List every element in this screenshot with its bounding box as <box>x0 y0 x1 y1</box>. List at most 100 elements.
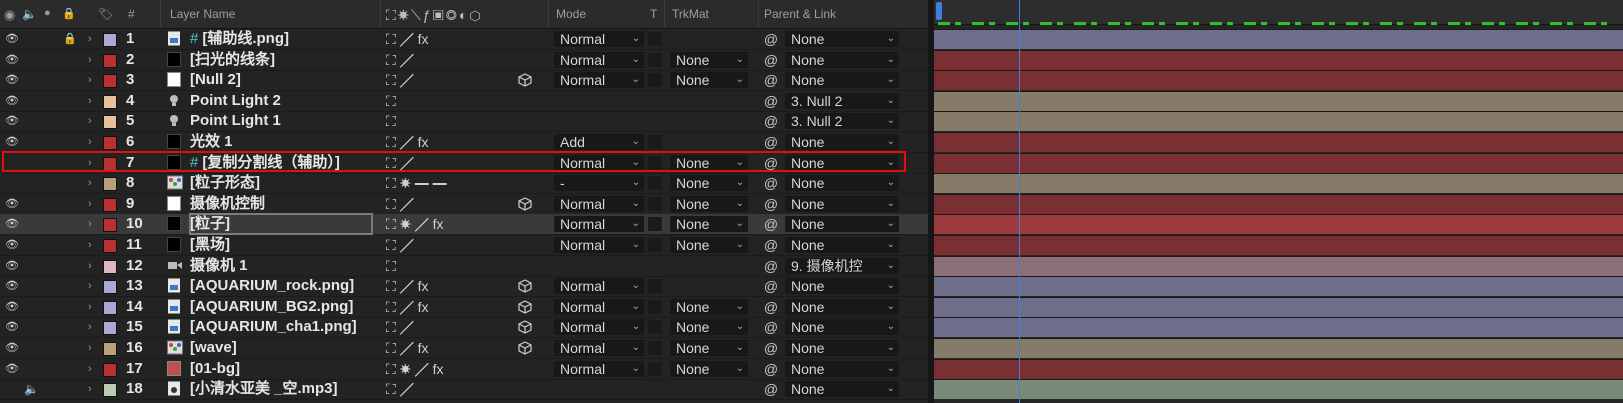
current-time-indicator-handle[interactable] <box>936 2 942 20</box>
3d-layer-cube-icon[interactable] <box>518 197 532 211</box>
trkmat-dropdown[interactable]: None ⌄ <box>670 361 748 377</box>
visibility-eye-icon[interactable]: 👁 <box>3 276 21 296</box>
mode-dropdown[interactable]: Normal ⌄ <box>554 52 644 68</box>
parent-dropdown[interactable]: 3. Null 2 ⌄ <box>785 113 899 129</box>
layer-switches[interactable]: ⛶ ╱ fx <box>386 338 486 358</box>
expand-triangle-icon[interactable]: › <box>88 235 98 255</box>
lock-header-icon[interactable]: 🔒 <box>62 7 76 20</box>
parent-dropdown[interactable]: None ⌄ <box>785 237 899 253</box>
layer-duration-bar[interactable] <box>934 29 1623 49</box>
label-color-swatch[interactable] <box>103 383 117 397</box>
label-color-swatch[interactable] <box>103 115 117 129</box>
label-color-swatch[interactable] <box>103 33 117 47</box>
layer-name[interactable]: [粒子] <box>189 213 373 235</box>
layer-duration-bar[interactable] <box>934 194 1623 214</box>
expand-triangle-icon[interactable]: › <box>88 29 98 49</box>
layer-duration-bar[interactable] <box>934 132 1623 152</box>
expand-triangle-icon[interactable]: › <box>88 359 98 379</box>
label-color-swatch[interactable] <box>103 218 117 232</box>
expand-triangle-icon[interactable]: › <box>88 194 98 214</box>
visibility-eye-icon[interactable]: 👁 <box>3 338 21 358</box>
expand-triangle-icon[interactable]: › <box>88 173 98 193</box>
preserve-transparency-toggle[interactable] <box>648 362 662 376</box>
layer-row[interactable]: › 7 # [复制分割线（辅助）] ⛶ ╱ Normal ⌄ None ⌄ @ None ⌄ <box>0 153 928 174</box>
layer-name[interactable]: # [复制分割线（辅助）] <box>190 153 372 173</box>
parent-dropdown[interactable]: None ⌄ <box>785 134 899 150</box>
mode-dropdown[interactable]: Normal ⌄ <box>554 216 644 232</box>
pick-whip-icon[interactable]: @ <box>763 111 779 131</box>
expand-triangle-icon[interactable]: › <box>88 276 98 296</box>
parent-dropdown[interactable]: None ⌄ <box>785 340 899 356</box>
layer-row[interactable]: 👁 › 4 Point Light 2 ⛶ @3. Null 2 ⌄ <box>0 91 928 112</box>
trkmat-column-header[interactable]: TrkMat <box>672 7 709 21</box>
expand-triangle-icon[interactable]: › <box>88 153 98 173</box>
label-color-swatch[interactable] <box>103 177 117 191</box>
preserve-transparency-toggle[interactable] <box>648 73 662 87</box>
number-column-header[interactable]: # <box>128 7 135 21</box>
mode-dropdown[interactable]: Normal ⌄ <box>554 237 644 253</box>
layer-name[interactable]: Point Light 1 <box>190 111 372 131</box>
parent-dropdown[interactable]: None ⌄ <box>785 175 899 191</box>
parent-dropdown[interactable]: None ⌄ <box>785 196 899 212</box>
visibility-eye-icon[interactable]: 👁 <box>3 194 21 214</box>
label-color-swatch[interactable] <box>103 342 117 356</box>
layer-duration-bar[interactable] <box>934 173 1623 193</box>
layer-name[interactable]: [wave] <box>190 338 372 358</box>
parent-dropdown[interactable]: None ⌄ <box>785 278 899 294</box>
label-color-swatch[interactable] <box>103 54 117 68</box>
label-color-swatch[interactable] <box>103 157 117 171</box>
preserve-transparency-toggle[interactable] <box>648 176 662 190</box>
layer-switches[interactable]: ⛶ ☀ ╱ fx <box>386 359 486 379</box>
layer-duration-bar[interactable] <box>934 276 1623 296</box>
layer-duration-bar[interactable] <box>934 70 1623 90</box>
pick-whip-icon[interactable]: @ <box>763 50 779 70</box>
preserve-transparency-toggle[interactable] <box>648 300 662 314</box>
parent-dropdown[interactable]: None ⌄ <box>785 361 899 377</box>
expand-triangle-icon[interactable]: › <box>88 91 98 111</box>
layer-duration-bar[interactable] <box>934 297 1623 317</box>
layer-duration-bar[interactable] <box>934 214 1623 234</box>
label-color-swatch[interactable] <box>103 363 117 377</box>
layer-switches[interactable]: ⛶ ╱ fx <box>386 297 486 317</box>
visibility-eye-icon[interactable]: 👁 <box>3 29 21 49</box>
pick-whip-icon[interactable]: @ <box>763 256 779 276</box>
layer-switches[interactable]: ⛶ ╱ <box>386 153 486 173</box>
layer-row[interactable]: 👁 › 13 [AQUARIUM_rock.png] ⛶ ╱ fx Normal ⌄ @ Non… <box>0 276 928 297</box>
layer-name[interactable]: [AQUARIUM_cha1.png] <box>190 317 372 337</box>
layer-duration-bar[interactable] <box>934 317 1623 337</box>
mode-dropdown[interactable]: - ⌄ <box>554 175 644 191</box>
pick-whip-icon[interactable]: @ <box>763 153 779 173</box>
parent-dropdown[interactable]: None ⌄ <box>785 155 899 171</box>
layer-row[interactable]: 👁 › 15 [AQUARIUM_cha1.png] ⛶ ╱ Normal ⌄ None ⌄ @ N… <box>0 317 928 338</box>
mode-column-header[interactable]: Mode <box>556 7 586 21</box>
layer-row[interactable]: 👁 › 14 [AQUARIUM_BG2.png] ⛶ ╱ fx Normal ⌄ None ⌄… <box>0 297 928 318</box>
layer-name[interactable]: [黑场] <box>190 235 372 255</box>
audio-speaker-icon[interactable]: 🔈 <box>24 379 42 399</box>
expand-triangle-icon[interactable]: › <box>88 132 98 152</box>
layer-duration-bar[interactable] <box>934 91 1623 111</box>
visibility-eye-icon[interactable]: 👁 <box>3 235 21 255</box>
layer-name[interactable]: 摄像机控制 <box>190 194 372 214</box>
layer-name[interactable]: [AQUARIUM_BG2.png] <box>190 297 372 317</box>
layer-switches[interactable]: ⛶ ╱ <box>386 194 486 214</box>
label-color-swatch[interactable] <box>103 321 117 335</box>
layer-switches[interactable]: ⛶ ╱ <box>386 379 486 399</box>
trkmat-dropdown[interactable]: None ⌄ <box>670 72 748 88</box>
layer-switches[interactable]: ⛶ ☀ ━ ━ <box>386 173 486 193</box>
visibility-eye-icon[interactable]: 👁 <box>3 91 21 111</box>
visibility-eye-icon[interactable]: 👁 <box>3 214 21 234</box>
layer-switches[interactable]: ⛶ ╱ <box>386 317 486 337</box>
layer-row[interactable]: 🔈 › 18 [小清水亚美 _空.mp3] ⛶ ╱ @ None ⌄ <box>0 379 928 400</box>
label-color-swatch[interactable] <box>103 74 117 88</box>
layer-duration-bar[interactable] <box>934 111 1623 131</box>
pick-whip-icon[interactable]: @ <box>763 29 779 49</box>
layer-switches[interactable]: ⛶ <box>386 111 486 131</box>
pick-whip-icon[interactable]: @ <box>763 91 779 111</box>
video-visibility-header-icon[interactable]: ◉ <box>4 7 15 23</box>
3d-layer-cube-icon[interactable] <box>518 300 532 314</box>
mode-dropdown[interactable]: Add ⌄ <box>554 134 644 150</box>
mode-dropdown[interactable]: Normal ⌄ <box>554 31 644 47</box>
visibility-eye-icon[interactable]: 👁 <box>3 132 21 152</box>
solo-header-icon[interactable]: ● <box>44 7 51 19</box>
parent-dropdown[interactable]: None ⌄ <box>785 31 899 47</box>
